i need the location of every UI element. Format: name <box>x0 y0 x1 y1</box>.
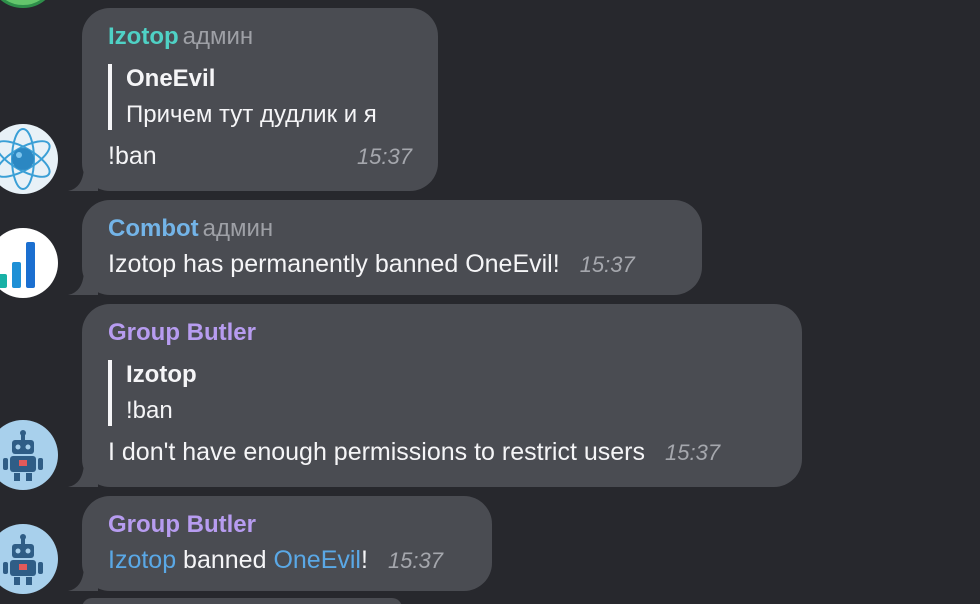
bar-chart-icon <box>0 242 35 288</box>
sender-name[interactable]: Izotop <box>108 23 179 50</box>
message-text: I don't have enough permissions to restr… <box>108 438 645 466</box>
message-text: Izotop banned OneEvil! <box>108 546 368 574</box>
user-mention-izotop[interactable]: Izotop <box>108 546 176 574</box>
message-bubble-group-butler[interactable]: Group Butler Izotop banned OneEvil! 15:3… <box>82 496 492 591</box>
sender-role: админ <box>202 215 274 242</box>
sender-role: админ <box>182 23 254 50</box>
atom-icon <box>0 128 51 190</box>
message-bubble-combot[interactable]: Combot админ Izotop has permanently banne… <box>82 200 702 295</box>
message-text: Izotop has permanently banned OneEvil! <box>108 250 560 278</box>
robot-icon <box>3 430 43 481</box>
message-header: Group Butler <box>108 318 776 348</box>
sender-name[interactable]: Group Butler <box>108 319 256 346</box>
message-header: Group Butler <box>108 510 466 540</box>
message-time: 15:37 <box>356 144 412 169</box>
sender-name[interactable]: Group Butler <box>108 511 256 538</box>
message-time: 15:37 <box>665 440 721 465</box>
chat-view: Izotop админ OneEvil Причем тут дудлик и … <box>0 0 980 604</box>
message-time: 15:37 <box>579 252 635 277</box>
avatar-group-butler[interactable] <box>0 524 58 594</box>
reply-quote[interactable]: OneEvil Причем тут дудлик и я <box>108 64 412 130</box>
avatar-izotop[interactable] <box>0 124 58 194</box>
avatar-group-butler[interactable] <box>0 420 58 490</box>
message-header: Izotop админ <box>108 22 412 52</box>
quote-author: OneEvil <box>126 65 216 92</box>
user-mention-oneevil[interactable]: OneEvil <box>273 546 361 574</box>
message-time: 15:37 <box>387 548 443 573</box>
message-bubble-izotop[interactable]: Izotop админ OneEvil Причем тут дудлик и … <box>82 8 438 191</box>
avatar-combot[interactable] <box>0 228 58 298</box>
quote-text: Причем тут дудлик и я <box>126 101 377 128</box>
quote-author: Izotop <box>126 361 197 388</box>
message-text: !ban <box>108 142 157 170</box>
reply-quote[interactable]: Izotop !ban <box>108 360 776 426</box>
robot-icon <box>3 534 43 585</box>
next-message-bubble-partial[interactable] <box>82 598 402 604</box>
avatar-previous-user[interactable] <box>0 0 58 8</box>
message-header: Combot админ <box>108 214 676 244</box>
quote-text: !ban <box>126 397 173 424</box>
sender-name[interactable]: Combot <box>108 215 199 242</box>
message-bubble-group-butler[interactable]: Group Butler Izotop !ban I don't have en… <box>82 304 802 487</box>
